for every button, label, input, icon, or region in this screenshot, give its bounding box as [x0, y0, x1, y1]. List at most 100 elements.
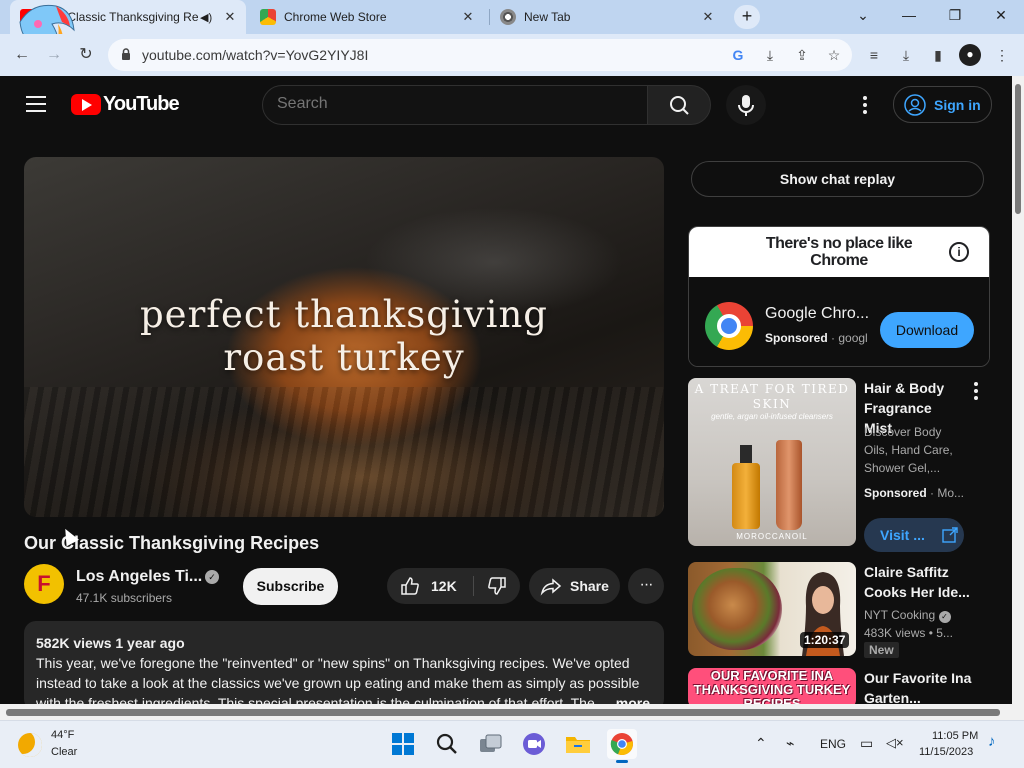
weather-temperature[interactable]: 44°F: [51, 729, 74, 741]
thumbnail-brand: MOROCCANOIL: [736, 532, 808, 541]
rec-channel: NYT Cooking ✓: [864, 606, 968, 624]
downloads-icon[interactable]: ⤓: [896, 45, 916, 65]
ad-app-name[interactable]: Google Chro...: [765, 305, 869, 323]
forward-button[interactable]: →: [41, 42, 67, 68]
install-app-icon[interactable]: ⤓: [760, 45, 780, 65]
video-thumbnail[interactable]: 1:20:37: [688, 562, 856, 656]
display-icon[interactable]: ▭: [860, 735, 873, 752]
search-input[interactable]: [277, 95, 627, 113]
tab-close-icon[interactable]: ✕: [222, 9, 238, 25]
scrollbar-thumb[interactable]: [1015, 84, 1021, 214]
download-button[interactable]: Download: [880, 312, 974, 348]
reload-button[interactable]: ↻: [73, 42, 99, 68]
tab-strip: Our Classic Thanksgiving Re ◀) ✕ Chrome …: [0, 0, 1024, 75]
ad-thumbnail[interactable]: A TREAT FOR TIRED SKIN gentle, argan oil…: [688, 378, 856, 546]
video-thumbnail[interactable]: OUR FAVORITE INA THANKSGIVING TURKEY REC…: [688, 668, 856, 704]
address-bar[interactable]: youtube.com/watch?v=YovG2YIYJ8I G ⤓ ⇪ ☆: [108, 39, 852, 71]
weather-condition[interactable]: Clear: [51, 746, 77, 758]
rec-title[interactable]: Claire Saffitz Cooks Her Ide...: [864, 562, 974, 602]
thumbs-down-icon: [488, 577, 506, 595]
guide-menu-icon[interactable]: [26, 96, 46, 112]
rec-channel-name[interactable]: NYT Cooking: [864, 608, 935, 622]
youtube-logo[interactable]: YouTube: [71, 93, 180, 116]
list-item[interactable]: OUR FAVORITE INA THANKSGIVING TURKEY REC…: [688, 668, 990, 704]
sponsored-tag: Sponsored: [864, 486, 927, 500]
language-indicator[interactable]: ENG: [820, 737, 846, 751]
ad-banner[interactable]: There's no place like Chrome i: [689, 227, 989, 277]
reading-list-icon[interactable]: ≡: [864, 45, 884, 65]
side-panel-icon[interactable]: ▮: [928, 45, 948, 65]
close-window-button[interactable]: ✕: [978, 0, 1024, 34]
taskbar-search-icon[interactable]: [432, 729, 462, 759]
list-item[interactable]: 1:20:37 Claire Saffitz Cooks Her Ide... …: [688, 562, 990, 662]
scrollbar-thumb[interactable]: [6, 709, 1000, 716]
youtube-play-icon: [71, 94, 101, 115]
chrome-menu-icon[interactable]: ⋮: [992, 45, 1012, 65]
start-menu-icon[interactable]: [388, 729, 418, 759]
chrome-taskbar-icon[interactable]: [607, 729, 637, 763]
voice-search-button[interactable]: [726, 85, 766, 125]
back-button[interactable]: ←: [9, 42, 35, 68]
like-dislike-group: 12K: [387, 568, 520, 604]
channel-name[interactable]: Los Angeles Ti...: [76, 568, 202, 586]
subscribe-button[interactable]: Subscribe: [243, 568, 338, 605]
rec-title[interactable]: Our Favorite Ina Garten...: [864, 668, 974, 704]
description-more-link[interactable]: ...more: [598, 693, 650, 704]
horizontal-scrollbar[interactable]: [0, 704, 1024, 720]
google-lens-icon[interactable]: G: [728, 45, 748, 65]
lock-icon[interactable]: [120, 48, 132, 60]
show-hidden-icons-chevron-icon[interactable]: ⌃: [755, 735, 767, 752]
search-box[interactable]: [262, 85, 648, 125]
minimize-button[interactable]: —: [886, 0, 932, 34]
settings-menu-icon[interactable]: [862, 96, 868, 114]
like-button[interactable]: 12K: [387, 568, 473, 604]
list-item[interactable]: A TREAT FOR TIRED SKIN gentle, argan oil…: [688, 378, 990, 554]
show-chat-replay-button[interactable]: Show chat replay: [691, 161, 984, 197]
tab-new-tab[interactable]: New Tab ✕: [490, 0, 726, 34]
new-badge: New: [864, 642, 899, 658]
youtube-page: YouTube Sign in perfect thanksgiving roa…: [0, 76, 1012, 704]
profile-avatar-icon[interactable]: ●: [959, 44, 981, 66]
sign-in-button[interactable]: Sign in: [893, 86, 992, 123]
channel-avatar[interactable]: F: [24, 564, 64, 604]
restore-button[interactable]: ❐: [932, 0, 978, 34]
more-actions-button[interactable]: ···: [628, 568, 664, 604]
vertical-scrollbar[interactable]: [1012, 76, 1024, 704]
visit-site-button[interactable]: Visit ...: [864, 518, 964, 552]
rec-advertiser: Mo...: [937, 486, 965, 500]
tab-close-icon[interactable]: ✕: [700, 9, 716, 25]
url-text[interactable]: youtube.com/watch?v=YovG2YIYJ8I: [142, 47, 368, 63]
chrome-ad-card[interactable]: There's no place like Chrome i Google Ch…: [688, 226, 990, 367]
rec-menu-icon[interactable]: [973, 382, 979, 403]
tab-close-icon[interactable]: ✕: [460, 9, 476, 25]
rec-stats: 483K views • 5...: [864, 626, 953, 640]
sponsored-tag: Sponsored: [765, 331, 828, 345]
tab-search-chevron-icon[interactable]: ⌄: [840, 0, 886, 34]
new-tab-button[interactable]: +: [734, 5, 760, 29]
magnifier-icon: [436, 733, 457, 754]
notification-bell-icon[interactable]: ♪: [988, 733, 996, 750]
food-plate-image: [692, 568, 782, 650]
tab-chrome-web-store[interactable]: Chrome Web Store ✕: [250, 0, 486, 34]
dislike-button[interactable]: [474, 568, 520, 604]
clock-date[interactable]: 11/15/2023: [919, 746, 973, 758]
description-box[interactable]: 582K views 1 year ago This year, we've f…: [24, 621, 664, 704]
clock-time[interactable]: 11:05 PM: [932, 730, 978, 742]
speaker-icon[interactable]: ◀): [200, 11, 216, 24]
bookmark-star-icon[interactable]: ☆: [824, 45, 844, 65]
teams-chat-icon[interactable]: [519, 729, 549, 759]
volume-muted-icon[interactable]: ◁×: [886, 735, 904, 751]
share-arrow-icon: [540, 578, 562, 596]
cleanser-tube-image: [776, 440, 802, 530]
rec-description: Discover Body Oils, Hand Care, Shower Ge…: [864, 425, 953, 475]
ad-banner-text: There's no place like Chrome: [765, 235, 913, 269]
task-view-icon[interactable]: [476, 729, 506, 759]
network-icon[interactable]: ⌁: [786, 735, 794, 752]
moon-weather-icon[interactable]: [18, 733, 42, 757]
share-page-icon[interactable]: ⇪: [792, 45, 812, 65]
ad-info-icon[interactable]: i: [949, 242, 969, 262]
share-button[interactable]: Share: [529, 568, 620, 604]
search-button[interactable]: [647, 85, 711, 125]
file-explorer-icon[interactable]: [563, 729, 593, 759]
video-player[interactable]: perfect thanksgiving roast turkey: [24, 157, 664, 517]
